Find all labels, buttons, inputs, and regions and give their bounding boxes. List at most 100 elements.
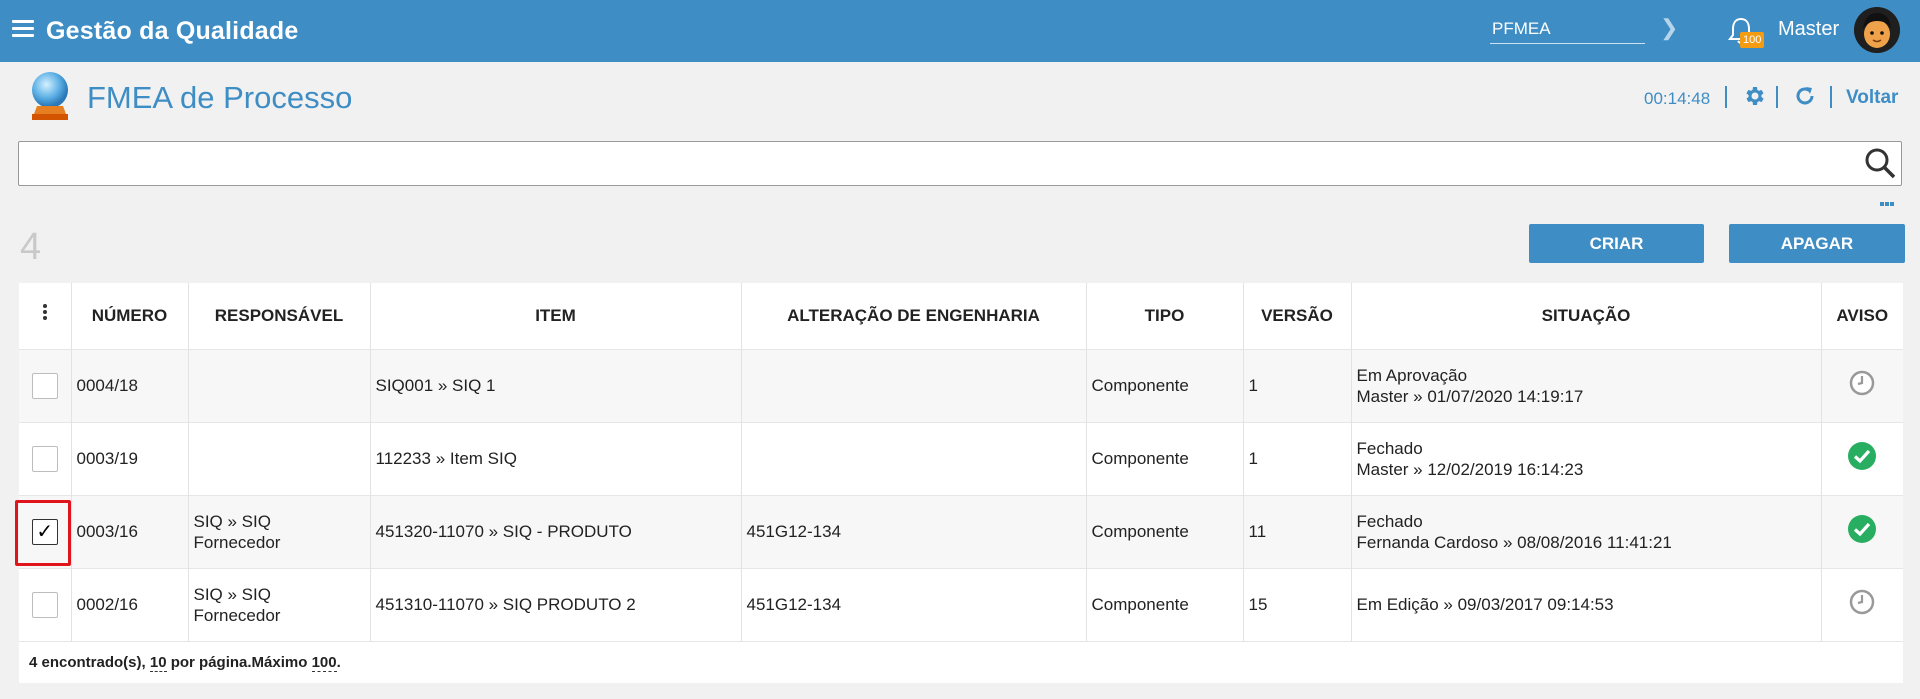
- situacao-detail: Master » 12/02/2019 16:14:23: [1356, 459, 1584, 479]
- row-select-cell: ✓: [15, 494, 72, 568]
- responsavel-line: Fornecedor: [193, 605, 281, 625]
- module-input[interactable]: [1490, 14, 1645, 44]
- cell-item: 112233 » Item SIQ: [370, 421, 742, 495]
- cell-numero: 0003/16: [71, 494, 189, 568]
- clock-icon[interactable]: [1848, 369, 1876, 397]
- cell-numero: 0003/19: [71, 421, 189, 495]
- row-checkbox[interactable]: [31, 372, 58, 399]
- username[interactable]: Master: [1778, 18, 1839, 41]
- row-checkbox[interactable]: ✓: [31, 518, 58, 545]
- page-title: FMEA de Processo: [87, 80, 353, 115]
- found-text: 4 encontrado(s),: [29, 654, 150, 671]
- column-header-numero[interactable]: NÚMERO: [71, 283, 189, 349]
- responsavel-line: Fornecedor: [193, 532, 281, 552]
- results-count: 4: [20, 226, 42, 268]
- kebab-icon[interactable]: [42, 304, 47, 322]
- cell-item: SIQ001 » SIQ 1: [370, 348, 742, 422]
- cell-aviso: [1821, 494, 1903, 568]
- check-circle-icon[interactable]: [1847, 441, 1877, 471]
- create-button[interactable]: CRIAR: [1529, 224, 1704, 263]
- cell-alteracao: 451G12-134: [741, 567, 1087, 641]
- table-header-row: NÚMERO RESPONSÁVEL ITEM ALTERAÇÃO DE ENG…: [19, 283, 1903, 349]
- cell-tipo: Componente: [1086, 494, 1244, 568]
- table-row[interactable]: ✓ 0003/16 SIQ » SIQ Fornecedor 451320-110…: [15, 494, 1903, 568]
- cell-alteracao: [741, 421, 1087, 495]
- cell-situacao: Fechado Fernanda Cardoso » 08/08/2016 11:…: [1351, 494, 1822, 568]
- per-page-selector[interactable]: 10: [149, 654, 167, 672]
- cell-item: 451320-11070 » SIQ - PRODUTO: [370, 494, 742, 568]
- table-row[interactable]: 0003/19 112233 » Item SIQ Componente 1 F…: [19, 421, 1903, 495]
- row-checkbox[interactable]: [31, 591, 58, 618]
- cell-alteracao: 451G12-134: [741, 494, 1087, 568]
- cell-aviso: [1821, 421, 1903, 495]
- situacao-status: Fechado: [1356, 511, 1423, 531]
- divider: [1725, 86, 1727, 108]
- menu-icon[interactable]: [12, 20, 34, 38]
- divider: [1830, 86, 1832, 108]
- column-header-aviso[interactable]: AVISO: [1821, 283, 1903, 349]
- clock-icon[interactable]: [1848, 588, 1876, 616]
- records-table: NÚMERO RESPONSÁVEL ITEM ALTERAÇÃO DE ENG…: [15, 283, 1903, 683]
- table-row[interactable]: 0002/16 SIQ » SIQ Fornecedor 451310-11070…: [19, 567, 1903, 641]
- cell-situacao: Em Aprovação Master » 01/07/2020 14:19:17: [1351, 348, 1822, 422]
- refresh-icon[interactable]: [1793, 84, 1817, 108]
- column-options-header[interactable]: [19, 283, 72, 349]
- cell-versao: 15: [1243, 567, 1352, 641]
- situacao-detail: Master » 01/07/2020 14:19:17: [1356, 386, 1584, 406]
- cell-responsavel: SIQ » SIQ Fornecedor: [188, 567, 371, 641]
- column-header-item[interactable]: ITEM: [370, 283, 742, 349]
- cell-item: 451310-11070 » SIQ PRODUTO 2: [370, 567, 742, 641]
- per-page-text: por página.Máximo: [166, 654, 312, 671]
- app-title: Gestão da Qualidade: [46, 17, 299, 45]
- situacao-status: Em Aprovação: [1356, 365, 1468, 385]
- row-select-cell: [19, 567, 72, 641]
- cell-versao: 1: [1243, 348, 1352, 422]
- situacao-status: Em Edição » 09/03/2017 09:14:53: [1356, 595, 1614, 615]
- search-icon[interactable]: [1863, 146, 1897, 180]
- row-checkbox[interactable]: [31, 445, 58, 472]
- gear-icon[interactable]: [1742, 84, 1766, 108]
- column-header-versao[interactable]: VERSÃO: [1243, 283, 1352, 349]
- avatar[interactable]: [1854, 7, 1900, 53]
- responsavel-line: SIQ » SIQ: [193, 584, 271, 604]
- column-header-tipo[interactable]: TIPO: [1086, 283, 1244, 349]
- column-header-situacao[interactable]: SITUAÇÃO: [1351, 283, 1822, 349]
- cell-situacao: Fechado Master » 12/02/2019 16:14:23: [1351, 421, 1822, 495]
- situacao-status: Fechado: [1356, 438, 1423, 458]
- row-select-cell: [19, 421, 72, 495]
- top-bar: Gestão da Qualidade ❯ 100 Master: [0, 0, 1920, 62]
- row-select-cell: [19, 348, 72, 422]
- divider: [1776, 86, 1778, 108]
- chevron-right-icon[interactable]: ❯: [1660, 14, 1680, 42]
- delete-button[interactable]: APAGAR: [1729, 224, 1905, 263]
- session-timer: 00:14:48: [1644, 89, 1711, 108]
- cell-tipo: Componente: [1086, 348, 1244, 422]
- cell-aviso: [1821, 567, 1903, 641]
- more-options-icon[interactable]: [1880, 193, 1898, 206]
- situacao-detail: Fernanda Cardoso » 08/08/2016 11:41:21: [1356, 532, 1672, 552]
- table-row[interactable]: 0004/18 SIQ001 » SIQ 1 Componente 1 Em A…: [19, 348, 1903, 422]
- cell-responsavel: [188, 421, 371, 495]
- cell-tipo: Componente: [1086, 567, 1244, 641]
- column-header-responsavel[interactable]: RESPONSÁVEL: [188, 283, 371, 349]
- crystal-ball-icon: [32, 72, 68, 120]
- cell-tipo: Componente: [1086, 421, 1244, 495]
- max-selector[interactable]: 100: [311, 654, 337, 672]
- notification-badge: 100: [1740, 32, 1765, 48]
- check-circle-icon[interactable]: [1847, 514, 1877, 544]
- search-input[interactable]: [19, 142, 1849, 185]
- table-footer: 4 encontrado(s), 10 por página.Máximo 10…: [19, 641, 1903, 683]
- cell-versao: 1: [1243, 421, 1352, 495]
- cell-responsavel: [188, 348, 371, 422]
- cell-numero: 0002/16: [71, 567, 189, 641]
- cell-aviso: [1821, 348, 1903, 422]
- cell-versao: 11: [1243, 494, 1352, 568]
- responsavel-line: SIQ » SIQ: [193, 511, 271, 531]
- footer-end: .: [336, 654, 341, 671]
- back-link[interactable]: Voltar: [1846, 87, 1898, 109]
- cell-situacao: Em Edição » 09/03/2017 09:14:53: [1351, 567, 1822, 641]
- search-box: [18, 141, 1902, 186]
- cell-alteracao: [741, 348, 1087, 422]
- cell-numero: 0004/18: [71, 348, 189, 422]
- column-header-alteracao[interactable]: ALTERAÇÃO DE ENGENHARIA: [741, 283, 1087, 349]
